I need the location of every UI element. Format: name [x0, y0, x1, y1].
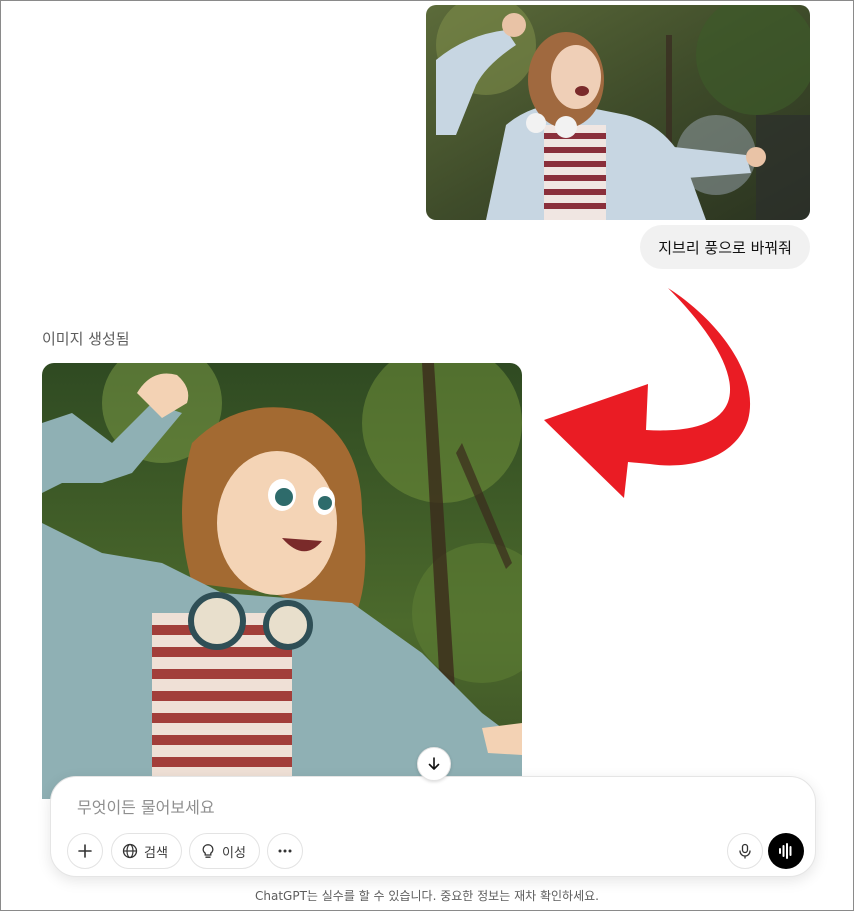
bulb-icon: [202, 844, 214, 858]
user-photo-image: [426, 5, 810, 220]
search-button-label: 검색: [144, 845, 168, 861]
more-tools-button[interactable]: [267, 833, 303, 869]
add-attachment-button[interactable]: [67, 833, 103, 869]
reason-button[interactable]: 이성: [189, 833, 260, 869]
user-message-bubble: 지브리 풍으로 바꿔줘: [640, 225, 810, 269]
generated-image[interactable]: [42, 363, 522, 799]
voice-wave-icon: [779, 843, 792, 859]
composer: 무엇이든 물어보세요 검색 이성: [50, 776, 816, 877]
more-icon: [278, 849, 292, 853]
scroll-down-icon: [428, 757, 440, 770]
globe-icon: [122, 843, 138, 859]
disclaimer-text: ChatGPT는 실수를 할 수 있습니다. 중요한 정보는 재차 확인하세요.: [255, 889, 599, 903]
generated-image-illustration: [42, 363, 522, 799]
mic-icon: [739, 843, 751, 859]
plus-icon: [78, 844, 92, 858]
user-uploaded-photo[interactable]: [426, 5, 810, 220]
search-button[interactable]: 검색: [111, 833, 182, 869]
user-message-text: 지브리 풍으로 바꿔줘: [658, 238, 792, 257]
voice-mode-button[interactable]: [768, 833, 804, 869]
red-curved-arrow-icon: [544, 288, 751, 498]
prompt-input[interactable]: 무엇이든 물어보세요: [77, 794, 215, 818]
scroll-down-button[interactable]: [417, 747, 451, 781]
reason-button-label: 이성: [222, 845, 246, 861]
dictate-button[interactable]: [727, 833, 763, 869]
image-generated-label: 이미지 생성됨: [42, 330, 130, 348]
